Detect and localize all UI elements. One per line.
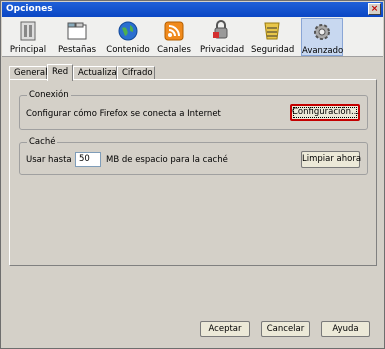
- tabs-window-icon: [67, 22, 87, 40]
- cache-use-label: Usar hasta: [26, 155, 72, 165]
- window-title: Opciones: [6, 4, 53, 14]
- toolbar-item-pestanas[interactable]: Pestañas: [56, 18, 98, 56]
- globe-icon: [118, 21, 138, 41]
- close-icon: ×: [370, 4, 379, 14]
- toolbar-item-contenido[interactable]: Contenido: [106, 18, 150, 56]
- privacy-mask-icon: [213, 20, 228, 39]
- tab-cifrado[interactable]: Cifrado: [117, 66, 155, 80]
- tab-red[interactable]: Red: [47, 64, 73, 81]
- main-switch-icon: [20, 21, 36, 41]
- options-window: Opciones × Principal Pestañas Contenido …: [0, 0, 385, 349]
- connection-group: Conexión Configurar cómo Firefox se cone…: [19, 90, 368, 130]
- toolbar-item-canales[interactable]: Canales: [156, 18, 192, 56]
- cache-size-suffix: MB de espacio para la caché: [106, 155, 228, 165]
- help-button[interactable]: Ayuda: [321, 321, 370, 337]
- rss-feed-icon: [164, 21, 184, 41]
- tab-panel: Conexión Configurar cómo Firefox se cone…: [9, 79, 377, 266]
- cache-group: Caché Usar hasta 50 MB de espacio para l…: [19, 137, 368, 175]
- connection-settings-button[interactable]: Configuración...: [290, 104, 360, 121]
- toolbar-item-avanzado[interactable]: Avanzado: [301, 18, 343, 56]
- connection-title: Conexión: [27, 90, 71, 100]
- gear-icon: [314, 24, 330, 40]
- cache-title: Caché: [27, 137, 58, 147]
- toolbar-item-privacidad[interactable]: Privacidad: [200, 18, 244, 56]
- cache-size-input[interactable]: 50: [75, 152, 101, 167]
- preferences-toolbar: Principal Pestañas Contenido Canales Pri…: [2, 17, 383, 57]
- close-button[interactable]: ×: [368, 3, 381, 15]
- title-bar: Opciones ×: [2, 2, 383, 17]
- clear-cache-button[interactable]: Limpiar ahora: [301, 151, 361, 168]
- connection-description: Configurar cómo Firefox se conecta a Int…: [26, 109, 221, 119]
- accept-button[interactable]: Aceptar: [200, 321, 250, 337]
- tab-general[interactable]: General: [9, 66, 48, 80]
- security-lock-icon: [264, 22, 280, 40]
- toolbar-item-seguridad[interactable]: Seguridad: [251, 18, 294, 56]
- toolbar-item-principal[interactable]: Principal: [8, 18, 48, 56]
- cancel-button[interactable]: Cancelar: [261, 321, 310, 337]
- tab-actualizar[interactable]: Actualizar: [73, 66, 120, 80]
